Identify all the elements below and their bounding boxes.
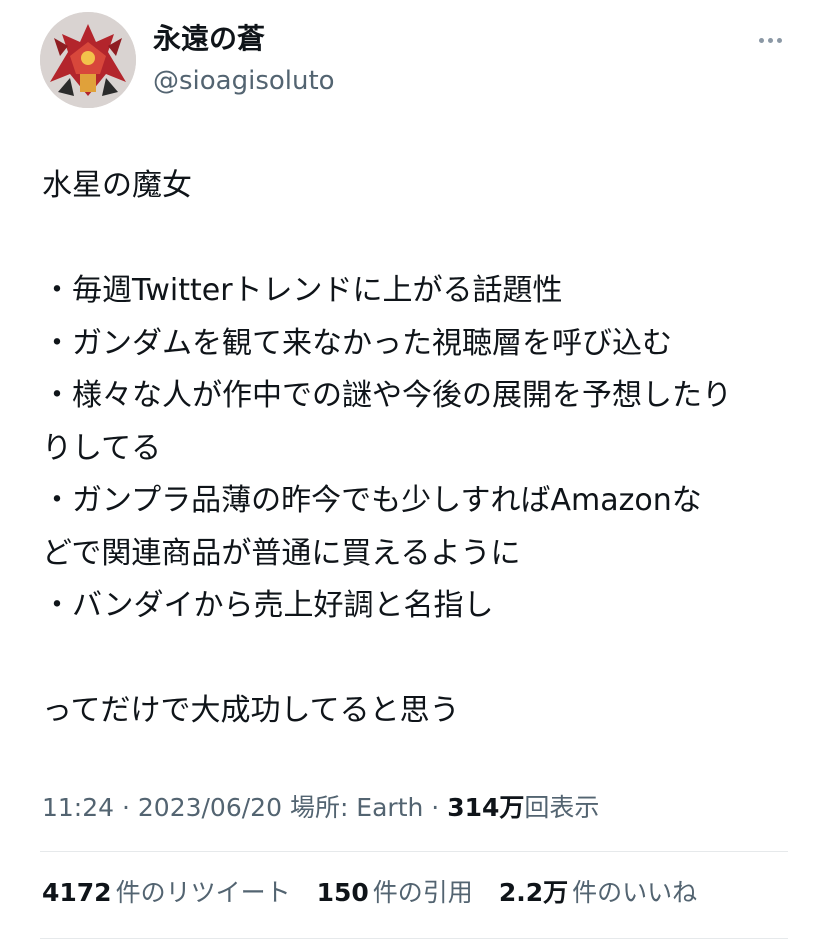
tweet-meta: 11:24 · 2023/06/20 場所: Earth · 314万回表示 (42, 788, 599, 828)
tweet-line: ・様々な人が作中での謎や今後の展開を予想したり (42, 378, 732, 413)
engagement-stats: 4172 件のリツイート 150 件の引用 2.2万 件のいいね (42, 873, 723, 913)
likes-label: 件のいいね (572, 878, 698, 907)
tweet-line: ってだけで大成功してると思う (42, 693, 460, 728)
quotes-label: 件の引用 (372, 878, 473, 907)
views-label: 回表示 (524, 793, 600, 822)
meta-separator: · (114, 793, 138, 822)
avatar[interactable] (40, 12, 136, 108)
tweet-line: ・バンダイから売上好調と名指し (42, 588, 494, 623)
user-handle[interactable]: @sioagisoluto (153, 65, 335, 97)
tweet-location: 場所: Earth (289, 793, 424, 822)
tweet-line: 水星の魔女 (42, 168, 192, 203)
likes-count: 2.2万 (498, 878, 569, 907)
views-count: 314万 (447, 793, 525, 822)
tweet-line (42, 633, 802, 686)
avatar-image (40, 12, 136, 108)
divider (40, 938, 788, 939)
tweet-line: ・毎週Twitterトレンドに上がる話題性 (42, 273, 563, 308)
tweet-text: 水星の魔女 ・毎週Twitterトレンドに上がる話題性 ・ガンダムを観て来なかっ… (42, 160, 802, 738)
tweet-detail: 永遠の蒼 @sioagisoluto 水星の魔女 ・毎週Twitterトレンドに… (0, 0, 828, 941)
retweets-label: 件のリツイート (115, 878, 291, 907)
divider (40, 851, 788, 852)
tweet-line: どで関連商品が普通に買えるように (42, 535, 521, 571)
meta-separator: · (423, 793, 448, 822)
display-name[interactable]: 永遠の蒼 (153, 22, 335, 56)
quotes-count: 150 (316, 878, 369, 907)
tweet-line: ・ガンダムを観て来なかった視聴層を呼び込む (42, 325, 672, 361)
author-info: 永遠の蒼 @sioagisoluto (153, 22, 335, 97)
retweets-stat[interactable]: 4172 件のリツイート (42, 873, 291, 913)
tweet-time[interactable]: 11:24 (42, 793, 114, 822)
tweet-line (42, 213, 802, 266)
tweet-date[interactable]: 2023/06/20 (138, 793, 282, 822)
more-horizontal-icon (758, 37, 782, 43)
quotes-stat[interactable]: 150 件の引用 (317, 873, 473, 913)
tweet-line: ・ガンプラ品薄の昨今でも少しすればAmazonな (42, 483, 702, 518)
retweets-count: 4172 (42, 878, 112, 907)
tweet-line: りしてる (42, 430, 162, 466)
more-options-button[interactable] (748, 24, 792, 56)
likes-stat[interactable]: 2.2万 件のいいね (499, 873, 697, 913)
